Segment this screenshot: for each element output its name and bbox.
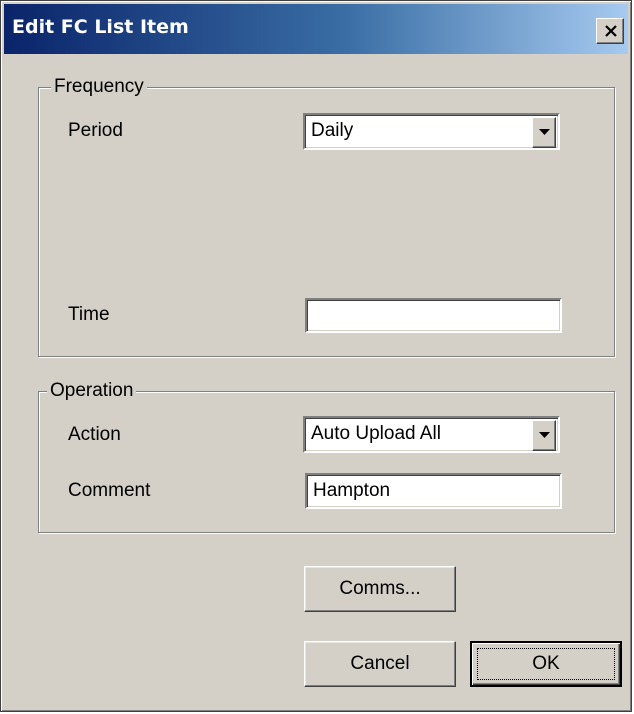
cancel-button[interactable]: Cancel xyxy=(304,641,456,687)
close-button[interactable] xyxy=(596,18,624,44)
cancel-button-label: Cancel xyxy=(350,653,410,674)
ok-button[interactable]: OK xyxy=(470,641,622,687)
focus-ring xyxy=(477,648,615,680)
comms-button-label: Comms... xyxy=(339,578,421,599)
period-value: Daily xyxy=(311,120,354,141)
time-field[interactable] xyxy=(305,298,562,333)
frequency-legend: Frequency xyxy=(51,75,147,99)
operation-group: Operation Action Auto Upload All Comment… xyxy=(38,379,615,533)
close-icon xyxy=(605,25,617,37)
frequency-group: Frequency Period Daily Time xyxy=(38,75,615,357)
chevron-down-icon xyxy=(539,432,550,438)
comment-value: Hampton xyxy=(313,480,391,501)
period-dropdown-button[interactable] xyxy=(532,117,556,148)
action-label: Action xyxy=(68,424,121,445)
action-dropdown[interactable]: Auto Upload All xyxy=(303,416,560,453)
chevron-down-icon xyxy=(539,129,550,135)
title-bar[interactable]: Edit FC List Item xyxy=(4,4,628,54)
period-label: Period xyxy=(68,120,123,141)
edit-fc-list-item-dialog: Edit FC List Item Frequency Period Daily… xyxy=(0,0,632,712)
time-label: Time xyxy=(68,304,110,325)
comment-field[interactable]: Hampton xyxy=(305,473,562,509)
period-dropdown[interactable]: Daily xyxy=(303,113,560,150)
comment-label: Comment xyxy=(68,480,151,501)
window-title: Edit FC List Item xyxy=(12,16,189,38)
comms-button[interactable]: Comms... xyxy=(304,566,456,612)
action-value: Auto Upload All xyxy=(311,423,441,444)
operation-legend: Operation xyxy=(47,379,137,403)
action-dropdown-button[interactable] xyxy=(532,420,556,451)
